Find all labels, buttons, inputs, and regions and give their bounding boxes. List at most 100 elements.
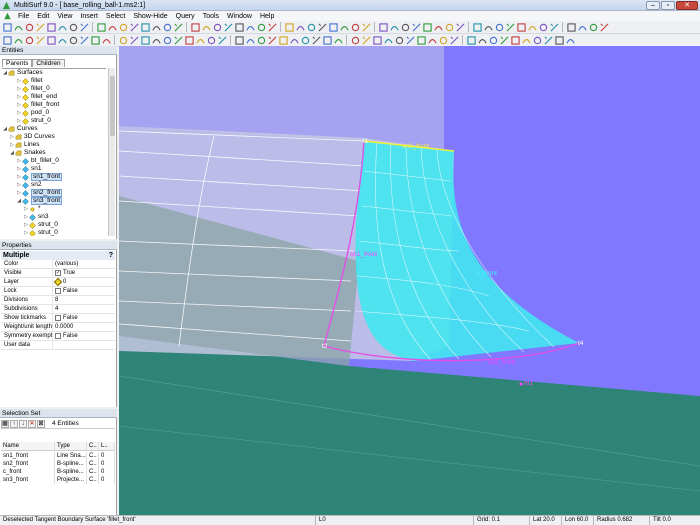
menu-help[interactable]: Help — [256, 13, 278, 20]
tool-button-icon[interactable] — [300, 35, 310, 45]
tool-button-icon[interactable] — [13, 22, 23, 32]
property-value-cell[interactable] — [53, 341, 115, 349]
tool-button-icon[interactable] — [245, 35, 255, 45]
tree-item[interactable]: ▷ 3D Curves — [2, 133, 106, 141]
tab-children[interactable]: Children — [32, 59, 65, 67]
tool-button-icon[interactable] — [317, 22, 327, 32]
tree-item[interactable]: ▷ fillet_0 — [2, 85, 106, 93]
tool-button-icon[interactable] — [151, 22, 161, 32]
menu-insert[interactable]: Insert — [76, 13, 102, 20]
tool-button-icon[interactable] — [295, 22, 305, 32]
tool-button-icon[interactable] — [2, 35, 12, 45]
tool-button-icon[interactable] — [68, 35, 78, 45]
tool-button-icon[interactable] — [57, 22, 67, 32]
property-row[interactable]: Layer 0 — [1, 277, 115, 287]
property-checkbox[interactable]: ✓ — [55, 270, 61, 276]
tool-button-icon[interactable] — [35, 22, 45, 32]
tool-button-icon[interactable] — [13, 35, 23, 45]
tool-button-icon[interactable] — [477, 35, 487, 45]
tool-button-icon[interactable] — [588, 22, 598, 32]
property-row[interactable]: Visible ✓ True — [1, 269, 115, 278]
tool-button-icon[interactable] — [444, 22, 454, 32]
tool-button-icon[interactable] — [543, 35, 553, 45]
tool-button-icon[interactable] — [245, 22, 255, 32]
menu-query[interactable]: Query — [172, 13, 199, 20]
property-value-cell[interactable]: False — [53, 287, 115, 295]
tool-button-icon[interactable] — [311, 35, 321, 45]
tool-button-icon[interactable] — [566, 22, 576, 32]
tool-button-icon[interactable] — [190, 22, 200, 32]
menu-edit[interactable]: Edit — [33, 13, 53, 20]
tool-button-icon[interactable] — [267, 22, 277, 32]
tool-button-icon[interactable] — [472, 22, 482, 32]
tool-button-icon[interactable] — [195, 35, 205, 45]
tool-button-icon[interactable] — [532, 35, 542, 45]
tree-item[interactable]: ▷ sn2 — [2, 181, 106, 189]
tool-button-icon[interactable] — [118, 22, 128, 32]
remove-icon[interactable]: ✕ — [28, 419, 36, 428]
minimize-button[interactable]: – — [646, 0, 660, 10]
tool-button-icon[interactable] — [234, 35, 244, 45]
property-value-cell[interactable]: 0.0000 — [53, 323, 115, 331]
tool-button-icon[interactable] — [516, 22, 526, 32]
tool-button-icon[interactable] — [438, 35, 448, 45]
tree-item[interactable]: ▷ bt_fillet_0 — [2, 157, 106, 165]
tree-item[interactable]: ▷ strut_0 — [2, 221, 106, 229]
tool-button-icon[interactable] — [416, 35, 426, 45]
tool-button-icon[interactable] — [554, 35, 564, 45]
property-value-cell[interactable]: 0 — [53, 277, 115, 287]
tree-item[interactable]: ▷ sn3 — [2, 213, 106, 221]
tool-button-icon[interactable] — [90, 35, 100, 45]
tool-button-icon[interactable] — [162, 22, 172, 32]
app-menu-icon[interactable] — [3, 12, 12, 20]
tool-button-icon[interactable] — [499, 35, 509, 45]
tool-button-icon[interactable] — [521, 35, 531, 45]
property-value-cell[interactable]: False — [53, 314, 115, 322]
tool-button-icon[interactable] — [2, 22, 12, 32]
entity-tree-scrollbar[interactable] — [108, 68, 115, 236]
tool-button-icon[interactable] — [449, 35, 459, 45]
column-type[interactable]: Type — [55, 442, 87, 450]
tool-button-icon[interactable] — [361, 35, 371, 45]
tool-button-icon[interactable] — [46, 35, 56, 45]
clear-icon[interactable]: ⊠ — [37, 419, 45, 428]
tool-button-icon[interactable] — [483, 22, 493, 32]
property-checkbox[interactable] — [55, 315, 61, 321]
property-checkbox[interactable] — [55, 288, 61, 294]
selection-row[interactable]: sn2_front B-spline... C.. 0 — [1, 460, 115, 468]
tool-button-icon[interactable] — [339, 22, 349, 32]
menu-window[interactable]: Window — [223, 13, 256, 20]
maximize-button[interactable]: ▫ — [661, 0, 675, 10]
selection-row[interactable]: sn3_front Projecte... C.. 0 — [1, 476, 115, 484]
tool-button-icon[interactable] — [184, 35, 194, 45]
tree-item[interactable]: ▷ sn1 — [2, 165, 106, 173]
tool-button-icon[interactable] — [466, 35, 476, 45]
tree-item[interactable]: ▷ strut_0 — [2, 117, 106, 125]
tool-button-icon[interactable] — [378, 22, 388, 32]
tool-button-icon[interactable] — [306, 22, 316, 32]
tool-button-icon[interactable] — [162, 35, 172, 45]
tree-item[interactable]: ▷ * — [2, 205, 106, 213]
tool-button-icon[interactable] — [494, 22, 504, 32]
menu-view[interactable]: View — [53, 13, 76, 20]
tree-item[interactable]: ▷ fillet_front — [2, 101, 106, 109]
tool-button-icon[interactable] — [278, 35, 288, 45]
tool-button-icon[interactable] — [57, 35, 67, 45]
column-l[interactable]: L.. — [99, 442, 115, 450]
tool-button-icon[interactable] — [79, 35, 89, 45]
menu-tools[interactable]: Tools — [199, 13, 223, 20]
tool-button-icon[interactable] — [383, 35, 393, 45]
property-value-cell[interactable]: 8 — [53, 296, 115, 304]
tree-item[interactable]: ▷ fillet — [2, 77, 106, 85]
tree-item[interactable]: ◢ Curves — [2, 125, 106, 133]
tool-button-icon[interactable] — [505, 22, 515, 32]
property-row[interactable]: User data — [1, 341, 115, 350]
tool-button-icon[interactable] — [372, 35, 382, 45]
property-row[interactable]: Symmetry exempt False — [1, 332, 115, 341]
property-checkbox[interactable] — [55, 333, 61, 339]
tool-button-icon[interactable] — [173, 35, 183, 45]
tool-button-icon[interactable] — [118, 35, 128, 45]
move-up-icon[interactable]: ↑ — [10, 419, 18, 428]
property-row[interactable]: Weight/unit length 0.0000 — [1, 323, 115, 332]
tool-button-icon[interactable] — [322, 35, 332, 45]
